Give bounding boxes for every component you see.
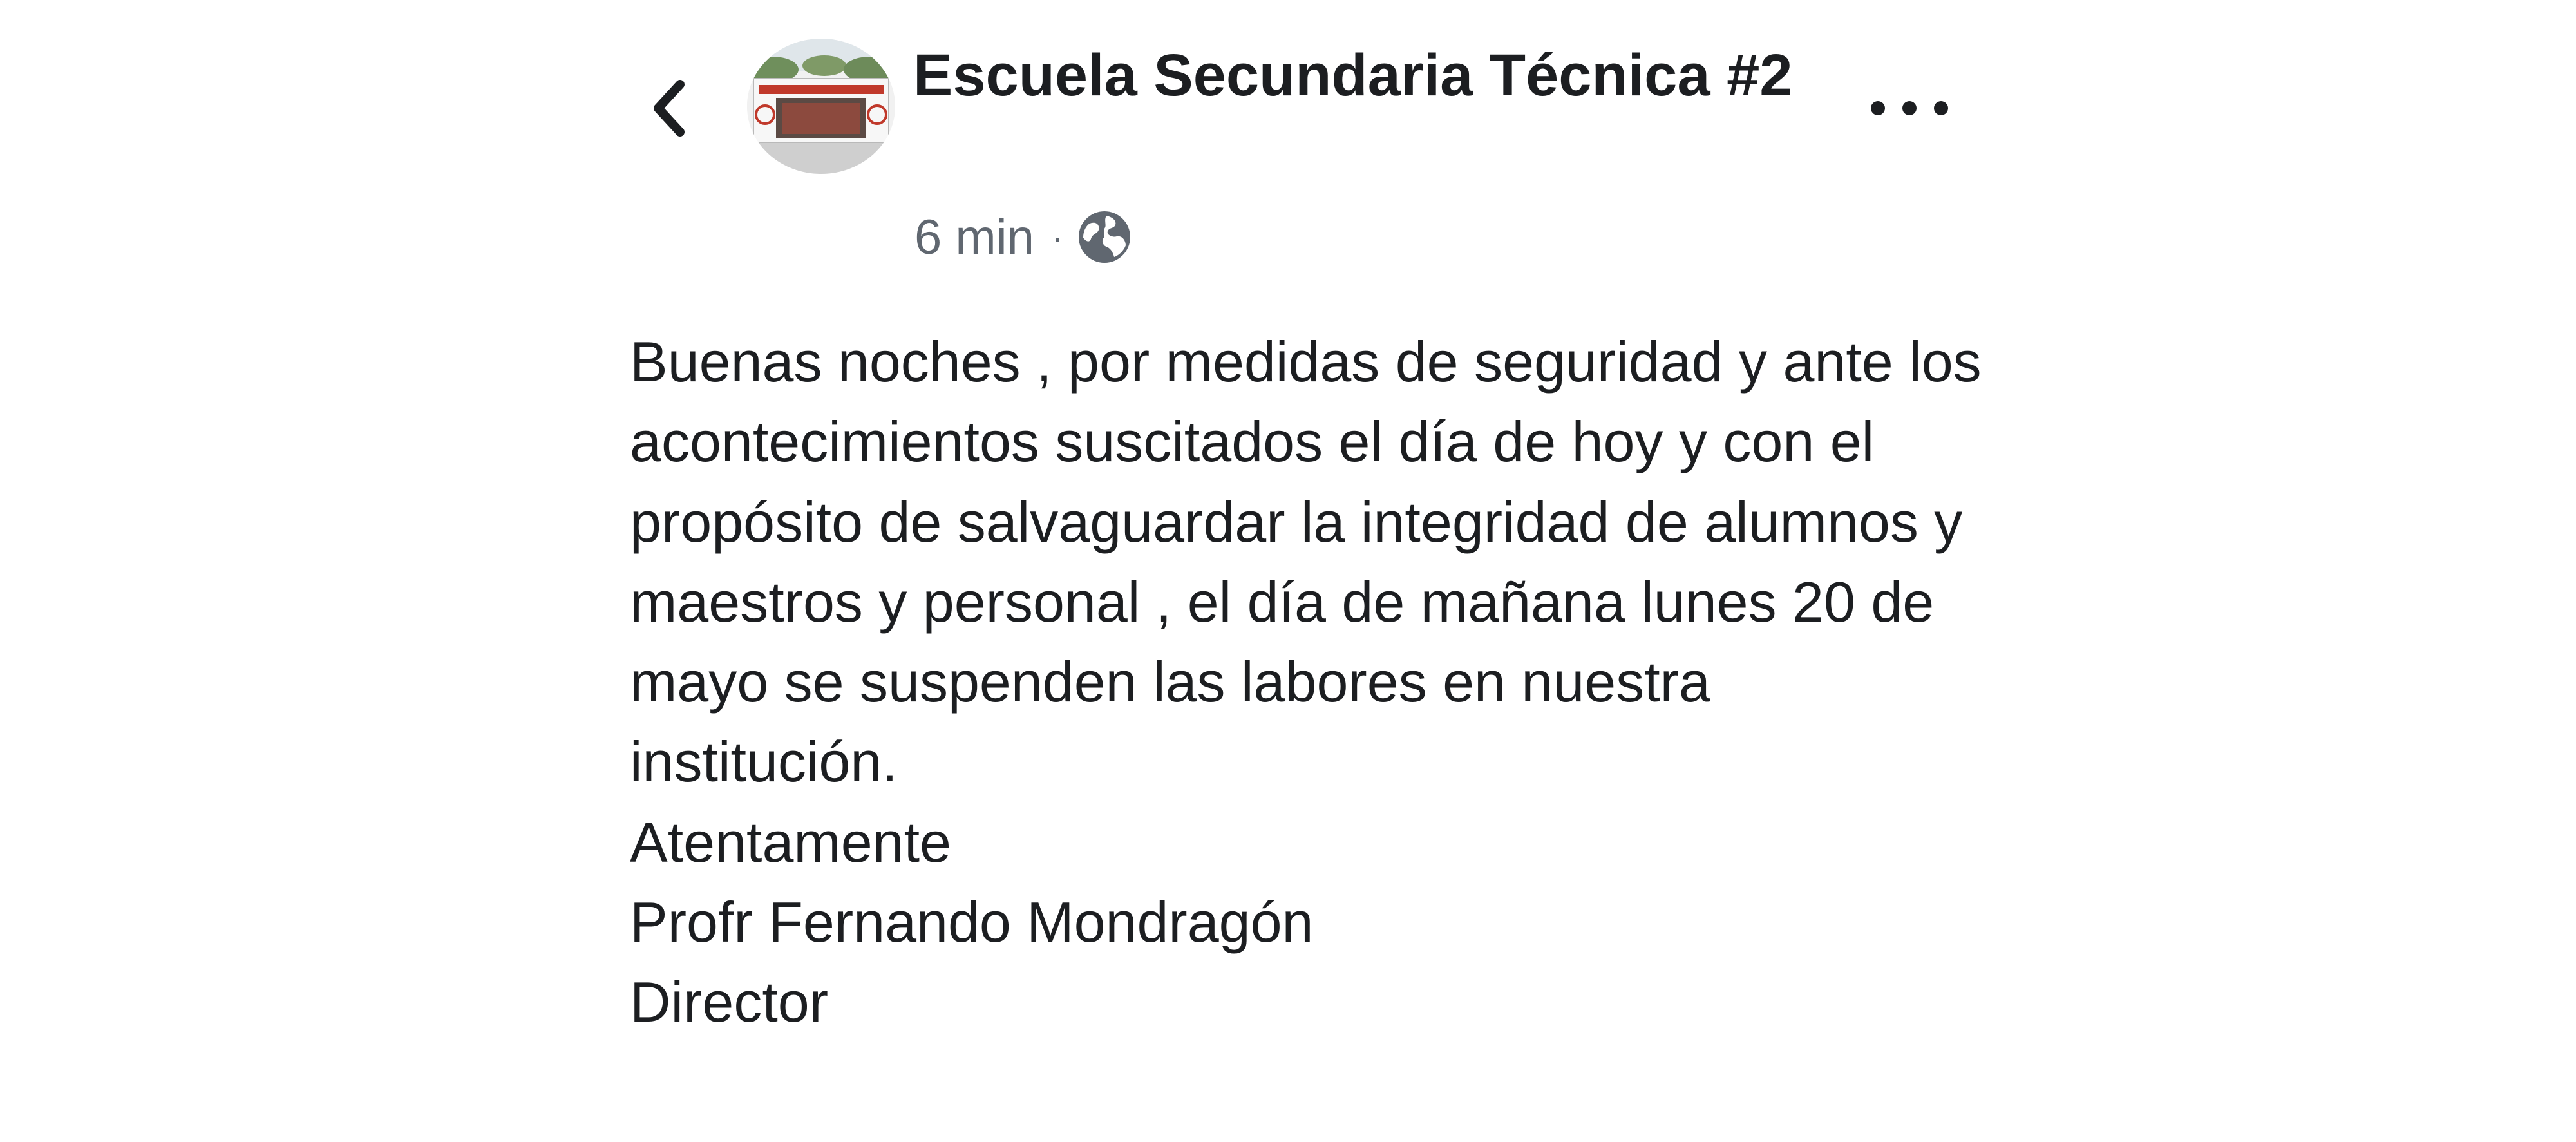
page-avatar[interactable] <box>747 39 895 174</box>
post-signer-name: Profr Fernando Mondragón <box>630 890 1314 955</box>
post-closing: Atentamente <box>630 810 951 874</box>
post-timestamp[interactable]: 6 min <box>914 209 1034 265</box>
more-options-button[interactable] <box>1871 89 1948 128</box>
meta-separator: · <box>1050 215 1064 259</box>
post-paragraph: Buenas noches , por medidas de seguridad… <box>630 330 1982 794</box>
post-meta: 6 min · <box>914 205 1132 269</box>
post-text: Buenas noches , por medidas de seguridad… <box>630 322 1982 1043</box>
school-building-image <box>747 39 895 174</box>
more-horizontal-icon <box>1871 101 1885 115</box>
back-button[interactable] <box>643 76 694 140</box>
post-signer-title: Director <box>630 970 829 1034</box>
page-name-link[interactable]: Escuela Secundaria Técnica #2 <box>913 37 1815 113</box>
globe-icon[interactable] <box>1077 209 1132 265</box>
chevron-left-icon <box>654 80 685 137</box>
